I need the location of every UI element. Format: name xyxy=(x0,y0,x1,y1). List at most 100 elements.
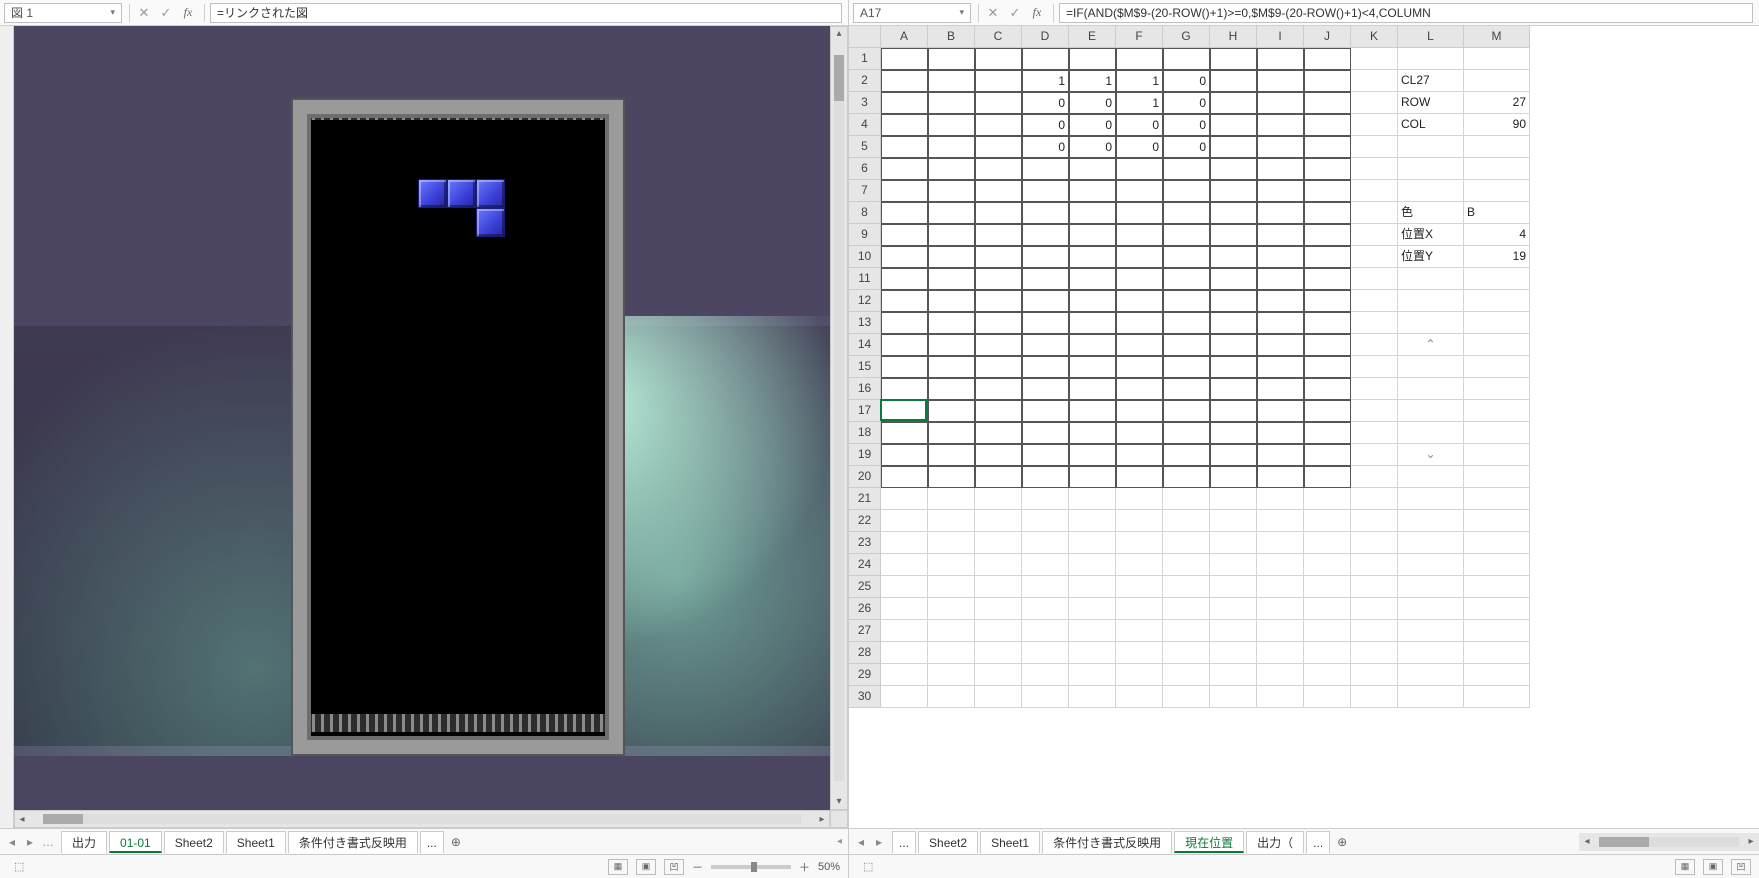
record-macro-icon[interactable]: ⬚ xyxy=(863,860,873,873)
cell[interactable] xyxy=(1398,356,1464,378)
cell[interactable] xyxy=(1116,510,1163,532)
cell[interactable] xyxy=(881,312,928,334)
column-header[interactable]: C xyxy=(975,26,1022,48)
cell[interactable]: 4 xyxy=(1464,224,1530,246)
cell[interactable] xyxy=(975,642,1022,664)
cell[interactable] xyxy=(1116,532,1163,554)
formula-input-left[interactable]: =リンクされた図 xyxy=(210,3,842,23)
cell[interactable] xyxy=(881,488,928,510)
page-layout-view-icon[interactable]: ▣ xyxy=(1703,859,1723,875)
cell[interactable] xyxy=(1210,356,1257,378)
cell[interactable] xyxy=(1022,158,1069,180)
cell[interactable] xyxy=(1304,642,1351,664)
zoom-slider[interactable] xyxy=(711,865,791,869)
cell[interactable] xyxy=(975,510,1022,532)
cell[interactable] xyxy=(928,510,975,532)
cell[interactable] xyxy=(928,664,975,686)
cell[interactable] xyxy=(1351,400,1398,422)
cell[interactable] xyxy=(975,466,1022,488)
cell[interactable] xyxy=(1464,268,1530,290)
cell[interactable] xyxy=(1069,510,1116,532)
cell[interactable] xyxy=(1022,224,1069,246)
cell[interactable]: 0 xyxy=(1022,92,1069,114)
cell[interactable]: ⌃ xyxy=(1398,334,1464,356)
cell[interactable] xyxy=(928,114,975,136)
cell[interactable] xyxy=(1351,686,1398,708)
cell[interactable] xyxy=(975,180,1022,202)
name-box-left[interactable]: 図 1 ▾ xyxy=(4,3,122,23)
normal-view-icon[interactable]: ▦ xyxy=(608,859,628,875)
row-header[interactable]: 28 xyxy=(849,642,881,664)
cell[interactable] xyxy=(1464,664,1530,686)
cell[interactable] xyxy=(1069,202,1116,224)
row-header[interactable]: 9 xyxy=(849,224,881,246)
cell[interactable] xyxy=(1464,686,1530,708)
cell[interactable] xyxy=(1163,224,1210,246)
cell[interactable] xyxy=(1304,202,1351,224)
cell[interactable] xyxy=(1163,334,1210,356)
cell[interactable] xyxy=(881,576,928,598)
cell[interactable] xyxy=(1116,444,1163,466)
cell[interactable] xyxy=(1116,488,1163,510)
cell[interactable] xyxy=(1022,488,1069,510)
cell[interactable] xyxy=(1304,158,1351,180)
cell[interactable] xyxy=(1257,400,1304,422)
cell[interactable] xyxy=(1351,598,1398,620)
tab-nav-more-icon[interactable]: … xyxy=(40,835,56,849)
cell[interactable] xyxy=(1116,180,1163,202)
cell[interactable] xyxy=(1022,510,1069,532)
cell[interactable] xyxy=(1069,246,1116,268)
cell[interactable] xyxy=(1210,444,1257,466)
cancel-icon[interactable]: ✕ xyxy=(133,5,155,21)
cell[interactable] xyxy=(1257,48,1304,70)
cell[interactable] xyxy=(1257,642,1304,664)
cell[interactable] xyxy=(881,114,928,136)
cell[interactable] xyxy=(1257,620,1304,642)
cell[interactable] xyxy=(1022,686,1069,708)
cell[interactable] xyxy=(1351,620,1398,642)
chevron-down-icon[interactable]: ▾ xyxy=(959,7,964,18)
cell[interactable] xyxy=(1257,92,1304,114)
cell[interactable] xyxy=(1022,576,1069,598)
row-header[interactable]: 12 xyxy=(849,290,881,312)
cell[interactable] xyxy=(1304,598,1351,620)
cell[interactable] xyxy=(1022,466,1069,488)
cell[interactable] xyxy=(1163,378,1210,400)
game-image-area[interactable]: ▴ ▾ ◂ ▸ xyxy=(0,26,848,828)
column-header[interactable]: M xyxy=(1464,26,1530,48)
row-header[interactable]: 15 xyxy=(849,356,881,378)
zoom-level[interactable]: 50% xyxy=(818,861,840,873)
row-header[interactable]: 8 xyxy=(849,202,881,224)
cell[interactable] xyxy=(1464,70,1530,92)
cell[interactable] xyxy=(1163,510,1210,532)
cell[interactable]: 1 xyxy=(1069,70,1116,92)
cell[interactable] xyxy=(1163,400,1210,422)
cell[interactable] xyxy=(1351,136,1398,158)
cell[interactable] xyxy=(1069,356,1116,378)
cell[interactable] xyxy=(881,510,928,532)
cell[interactable] xyxy=(975,686,1022,708)
cell[interactable] xyxy=(1257,334,1304,356)
cell[interactable] xyxy=(1116,48,1163,70)
cell[interactable] xyxy=(881,356,928,378)
cell[interactable] xyxy=(1351,268,1398,290)
cell[interactable] xyxy=(1069,290,1116,312)
cell[interactable] xyxy=(1304,400,1351,422)
cell[interactable] xyxy=(1210,158,1257,180)
cell[interactable] xyxy=(1210,92,1257,114)
cell[interactable] xyxy=(1116,642,1163,664)
cell[interactable] xyxy=(1116,422,1163,444)
row-header[interactable]: 7 xyxy=(849,180,881,202)
chevron-left-icon[interactable]: ◂ xyxy=(1579,836,1595,847)
cell[interactable]: 0 xyxy=(1163,114,1210,136)
cell[interactable] xyxy=(1398,268,1464,290)
cell[interactable] xyxy=(881,554,928,576)
chevron-left-icon[interactable]: ◂ xyxy=(15,814,29,825)
cell[interactable] xyxy=(1304,620,1351,642)
cell[interactable] xyxy=(1304,488,1351,510)
cell[interactable] xyxy=(1351,356,1398,378)
cell[interactable]: 0 xyxy=(1116,114,1163,136)
cell[interactable] xyxy=(1022,180,1069,202)
cell[interactable] xyxy=(1304,532,1351,554)
cell[interactable] xyxy=(1398,686,1464,708)
